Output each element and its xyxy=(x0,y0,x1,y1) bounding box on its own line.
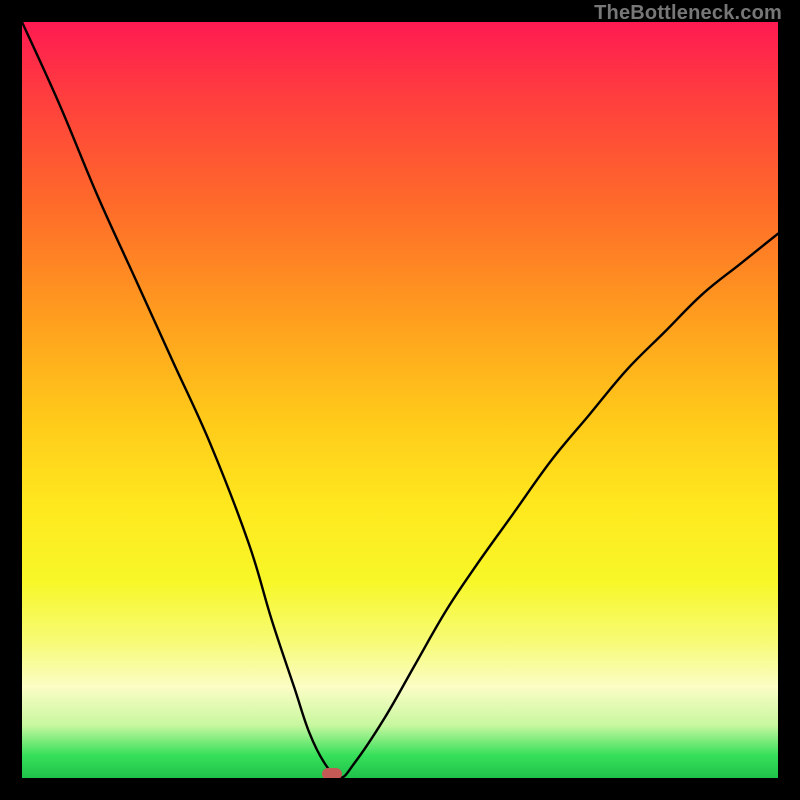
bottleneck-curve xyxy=(22,22,778,778)
curve-layer xyxy=(22,22,778,778)
optimal-marker xyxy=(322,768,342,778)
plot-area xyxy=(22,22,778,778)
chart-frame: TheBottleneck.com xyxy=(0,0,800,800)
